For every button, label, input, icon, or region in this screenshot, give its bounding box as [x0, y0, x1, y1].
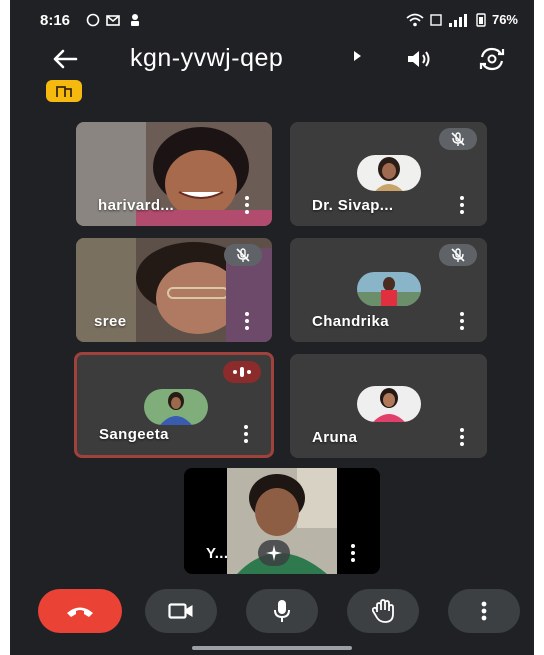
- home-indicator[interactable]: [192, 646, 352, 650]
- participant-name: sree: [94, 313, 127, 330]
- participant-name: Chandrika: [312, 313, 389, 330]
- self-view-tile[interactable]: Y...: [184, 468, 380, 574]
- host-badge-icon: [56, 86, 72, 97]
- audio-output-button[interactable]: [402, 44, 436, 74]
- mic-off-icon: [224, 244, 262, 266]
- self-more-icon[interactable]: [350, 544, 356, 562]
- participant-more-icon[interactable]: [244, 312, 250, 330]
- participant-tile-harivard[interactable]: harivard...: [76, 122, 272, 226]
- battery-level: 76%: [491, 12, 518, 27]
- participant-more-icon[interactable]: [459, 312, 465, 330]
- caret-right-icon[interactable]: [354, 51, 361, 61]
- effects-button[interactable]: [258, 540, 290, 566]
- self-name: Y...: [206, 545, 229, 562]
- microphone-button[interactable]: [246, 589, 318, 633]
- participant-name: harivard...: [98, 197, 175, 214]
- person-notification-icon: [131, 14, 139, 26]
- wifi-icon: [406, 13, 424, 26]
- status-time: 8:16: [40, 12, 71, 29]
- whatsapp-icon: [86, 13, 100, 27]
- raise-hand-icon: [372, 599, 394, 623]
- avatar: [357, 272, 421, 306]
- end-call-icon: [67, 607, 93, 617]
- participant-tile-chandrika[interactable]: Chandrika: [290, 238, 487, 342]
- participant-name: Dr. Sivap...: [312, 197, 394, 214]
- host-controls-badge[interactable]: [46, 80, 82, 102]
- signal-icon: [448, 13, 467, 27]
- more-vertical-icon: [481, 601, 487, 621]
- camera-button[interactable]: [145, 589, 217, 633]
- back-button[interactable]: [48, 44, 82, 74]
- participant-tile-dr-sivap[interactable]: Dr. Sivap...: [290, 122, 487, 226]
- participant-more-icon[interactable]: [243, 425, 249, 443]
- arrow-back-icon: [53, 49, 78, 69]
- participant-more-icon[interactable]: [459, 428, 465, 446]
- volume-icon: [408, 51, 430, 67]
- speaking-indicator-icon: [223, 361, 261, 383]
- raise-hand-button[interactable]: [347, 589, 419, 633]
- meeting-code[interactable]: kgn-yvwj-qep: [130, 44, 283, 73]
- avatar: [144, 389, 208, 425]
- switch-camera-icon: [479, 47, 505, 71]
- participant-tile-sangeeta[interactable]: Sangeeta: [74, 352, 274, 458]
- mic-off-icon: [439, 128, 477, 150]
- avatar: [357, 386, 421, 422]
- sparkle-icon: [266, 545, 282, 561]
- participant-more-icon[interactable]: [244, 196, 250, 214]
- participant-tile-aruna[interactable]: Aruna: [290, 354, 487, 458]
- gmail-icon: [106, 15, 120, 26]
- participant-more-icon[interactable]: [459, 196, 465, 214]
- participant-name: Aruna: [312, 429, 358, 446]
- battery-icon: [476, 13, 486, 27]
- status-bar: 8:16 76%: [10, 0, 534, 42]
- volte-icon: [430, 13, 442, 26]
- video-camera-icon: [168, 603, 193, 619]
- more-options-button[interactable]: [448, 589, 520, 633]
- status-right: 76%: [406, 12, 518, 27]
- microphone-icon: [274, 600, 290, 622]
- meet-screen: 8:16 76% kgn-yvwj-qep harivard... Dr. Si…: [10, 0, 534, 655]
- participant-name: Sangeeta: [99, 426, 169, 443]
- switch-camera-button[interactable]: [474, 42, 510, 76]
- avatar: [357, 155, 421, 191]
- participant-tile-sree[interactable]: sree: [76, 238, 272, 342]
- mic-off-icon: [439, 244, 477, 266]
- end-call-button[interactable]: [38, 589, 122, 633]
